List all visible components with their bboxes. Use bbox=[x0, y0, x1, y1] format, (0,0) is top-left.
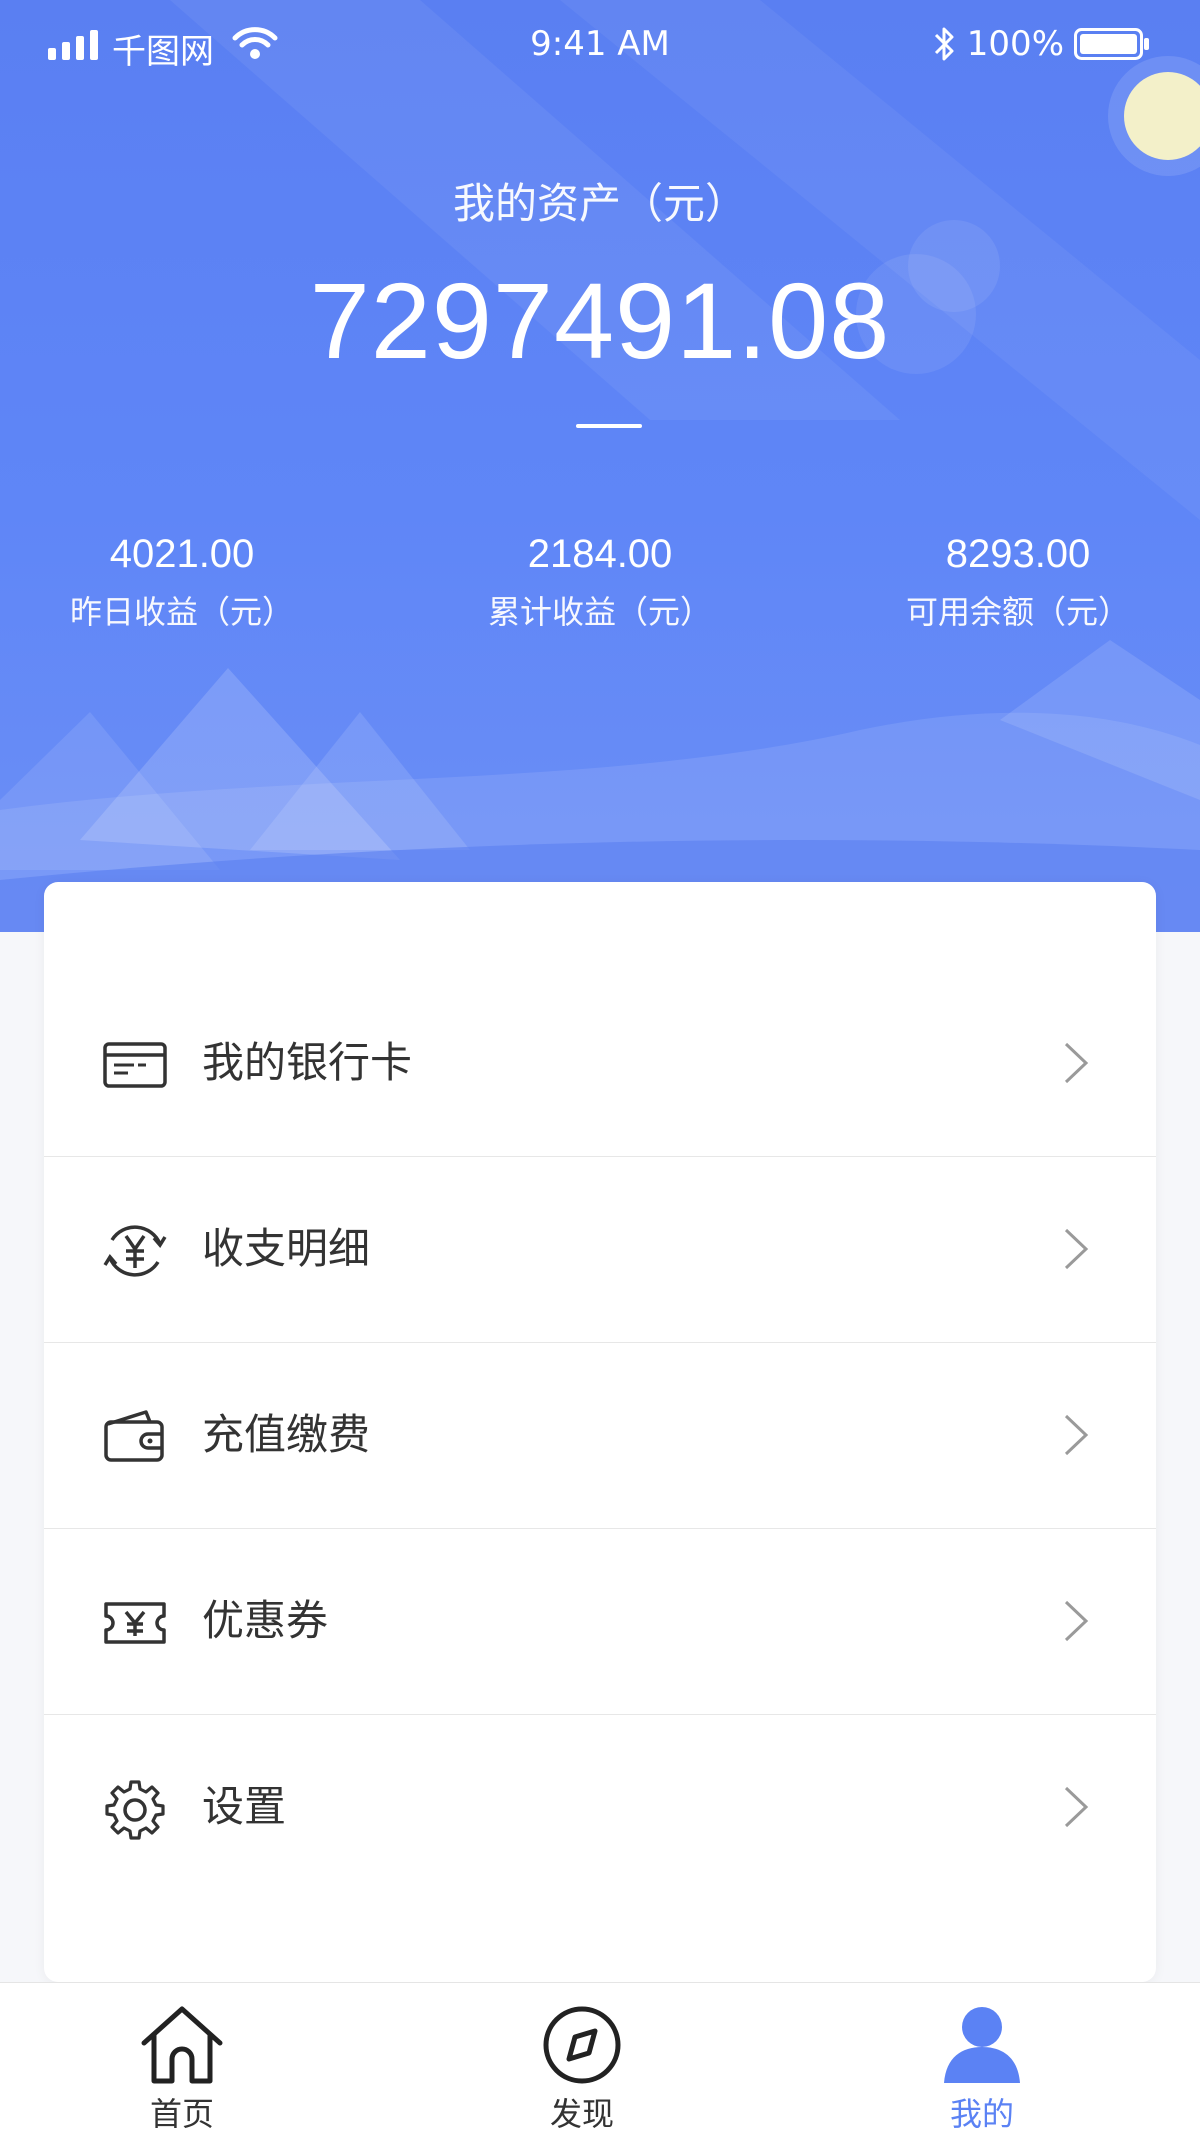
menu-item-coupons[interactable]: 优惠券 bbox=[44, 1528, 1156, 1715]
header-banner: 千图网 9:41 AM 100% 我的资产（元） 7297491.08 4021… bbox=[0, 0, 1200, 932]
bottom-tab-bar: 首页 发现 我的 bbox=[0, 1982, 1200, 2143]
menu-item-bank-card[interactable]: 我的银行卡 bbox=[44, 970, 1156, 1157]
menu-item-recharge[interactable]: 充值缴费 bbox=[44, 1342, 1156, 1529]
menu-item-label: 优惠券 bbox=[202, 1596, 329, 1645]
menu-item-label: 充值缴费 bbox=[202, 1410, 371, 1459]
tab-label: 发现 bbox=[549, 2095, 614, 2133]
menu-card: 我的银行卡 收支明细 充值缴费 优惠券 设置 bbox=[44, 882, 1156, 1982]
header-divider bbox=[576, 424, 642, 428]
stat-value: 2184.00 bbox=[527, 532, 673, 576]
coupon-icon bbox=[104, 1602, 166, 1644]
tab-mine[interactable]: 我的 bbox=[882, 1983, 1082, 2143]
user-icon bbox=[944, 2007, 1020, 2083]
stat-label: 累计收益（元） bbox=[487, 593, 712, 631]
total-assets-value: 7297491.08 bbox=[309, 260, 891, 381]
compass-icon bbox=[543, 2006, 621, 2084]
menu-item-transactions[interactable]: 收支明细 bbox=[44, 1156, 1156, 1343]
battery-icon bbox=[1074, 28, 1149, 60]
wallet-icon bbox=[104, 1410, 164, 1462]
status-bar: 千图网 9:41 AM 100% bbox=[0, 0, 1200, 96]
bluetooth-icon bbox=[934, 27, 954, 61]
chevron-right-icon bbox=[1064, 1228, 1089, 1270]
stat-available-balance: 8293.00 可用余额（元） bbox=[818, 532, 1200, 633]
tab-label: 首页 bbox=[149, 2095, 214, 2133]
chevron-right-icon bbox=[1064, 1786, 1089, 1828]
header-background-decoration bbox=[0, 0, 1200, 932]
battery-percentage: 100% bbox=[966, 24, 1064, 64]
stat-value: 8293.00 bbox=[945, 532, 1091, 576]
chevron-right-icon bbox=[1064, 1414, 1089, 1456]
menu-item-settings[interactable]: 设置 bbox=[44, 1714, 1156, 1900]
stat-label: 昨日收益（元） bbox=[69, 593, 294, 631]
menu-item-label: 我的银行卡 bbox=[202, 1038, 413, 1087]
stat-value: 4021.00 bbox=[109, 532, 255, 576]
menu-item-label: 收支明细 bbox=[202, 1224, 371, 1273]
chevron-right-icon bbox=[1064, 1600, 1089, 1642]
tab-home[interactable]: 首页 bbox=[82, 1983, 282, 2143]
tab-label: 我的 bbox=[949, 2095, 1014, 2133]
assets-title: 我的资产（元） bbox=[452, 179, 747, 228]
stat-total-earnings: 2184.00 累计收益（元） bbox=[400, 532, 800, 633]
tab-discover[interactable]: 发现 bbox=[482, 1983, 682, 2143]
menu-item-label: 设置 bbox=[202, 1782, 287, 1831]
chevron-right-icon bbox=[1064, 1042, 1089, 1084]
gear-icon bbox=[105, 1780, 165, 1840]
home-icon bbox=[141, 2006, 223, 2084]
bank-card-icon bbox=[103, 1042, 167, 1088]
stat-yesterday-earnings: 4021.00 昨日收益（元） bbox=[0, 532, 382, 633]
stat-label: 可用余额（元） bbox=[905, 593, 1130, 631]
yuan-exchange-icon bbox=[103, 1225, 167, 1277]
